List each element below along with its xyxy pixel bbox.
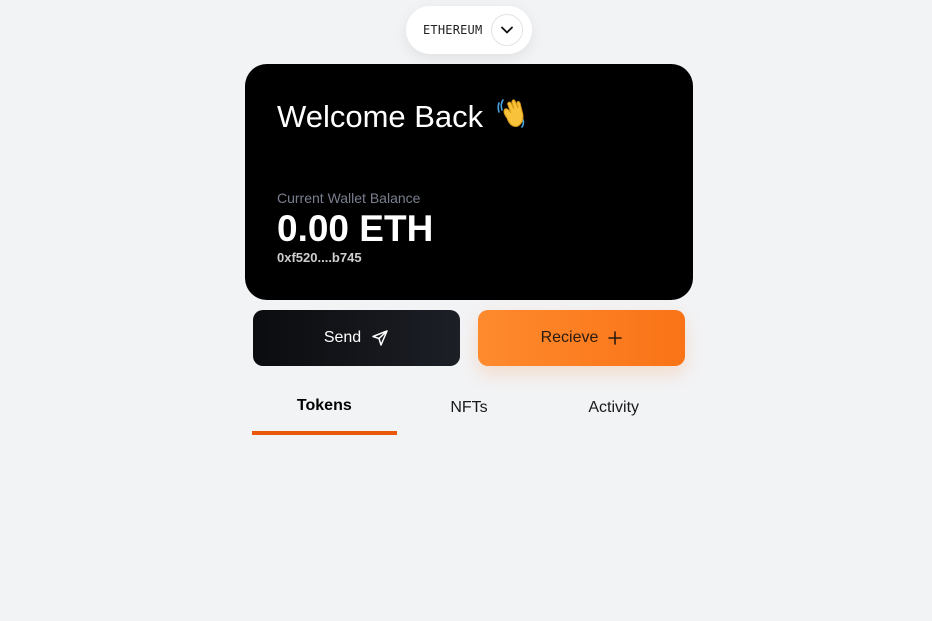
receive-label: Recieve [540, 329, 599, 346]
tab-nfts-label: NFTs [450, 398, 488, 416]
send-button[interactable]: Send [253, 310, 460, 366]
wallet-address: 0xf520....b745 [277, 250, 362, 265]
tab-tokens[interactable]: Tokens [252, 380, 397, 435]
tab-tokens-label: Tokens [296, 396, 352, 414]
tab-nfts[interactable]: NFTs [397, 380, 542, 435]
welcome-heading: Welcome Back [277, 96, 529, 138]
asset-tabs: Tokens NFTs Activity [252, 380, 686, 435]
receive-button[interactable]: Recieve [478, 310, 685, 366]
network-label: ETHEREUM [423, 23, 483, 37]
tab-activity-label: Activity [588, 398, 640, 416]
chevron-down-icon[interactable] [491, 14, 523, 46]
network-selector[interactable]: ETHEREUM [406, 6, 532, 54]
tab-activity[interactable]: Activity [541, 380, 686, 435]
plus-icon [608, 331, 623, 345]
balance-label: Current Wallet Balance [277, 190, 421, 206]
wallet-card: Welcome Back Current Wallet Balance 0.00… [245, 64, 693, 300]
paper-plane-icon [371, 329, 389, 347]
send-label: Send [323, 329, 362, 346]
welcome-text: Welcome Back [277, 99, 484, 134]
waving-hand-icon [495, 96, 529, 138]
active-tab-indicator [252, 431, 397, 435]
balance-value: 0.00 ETH [277, 208, 434, 249]
